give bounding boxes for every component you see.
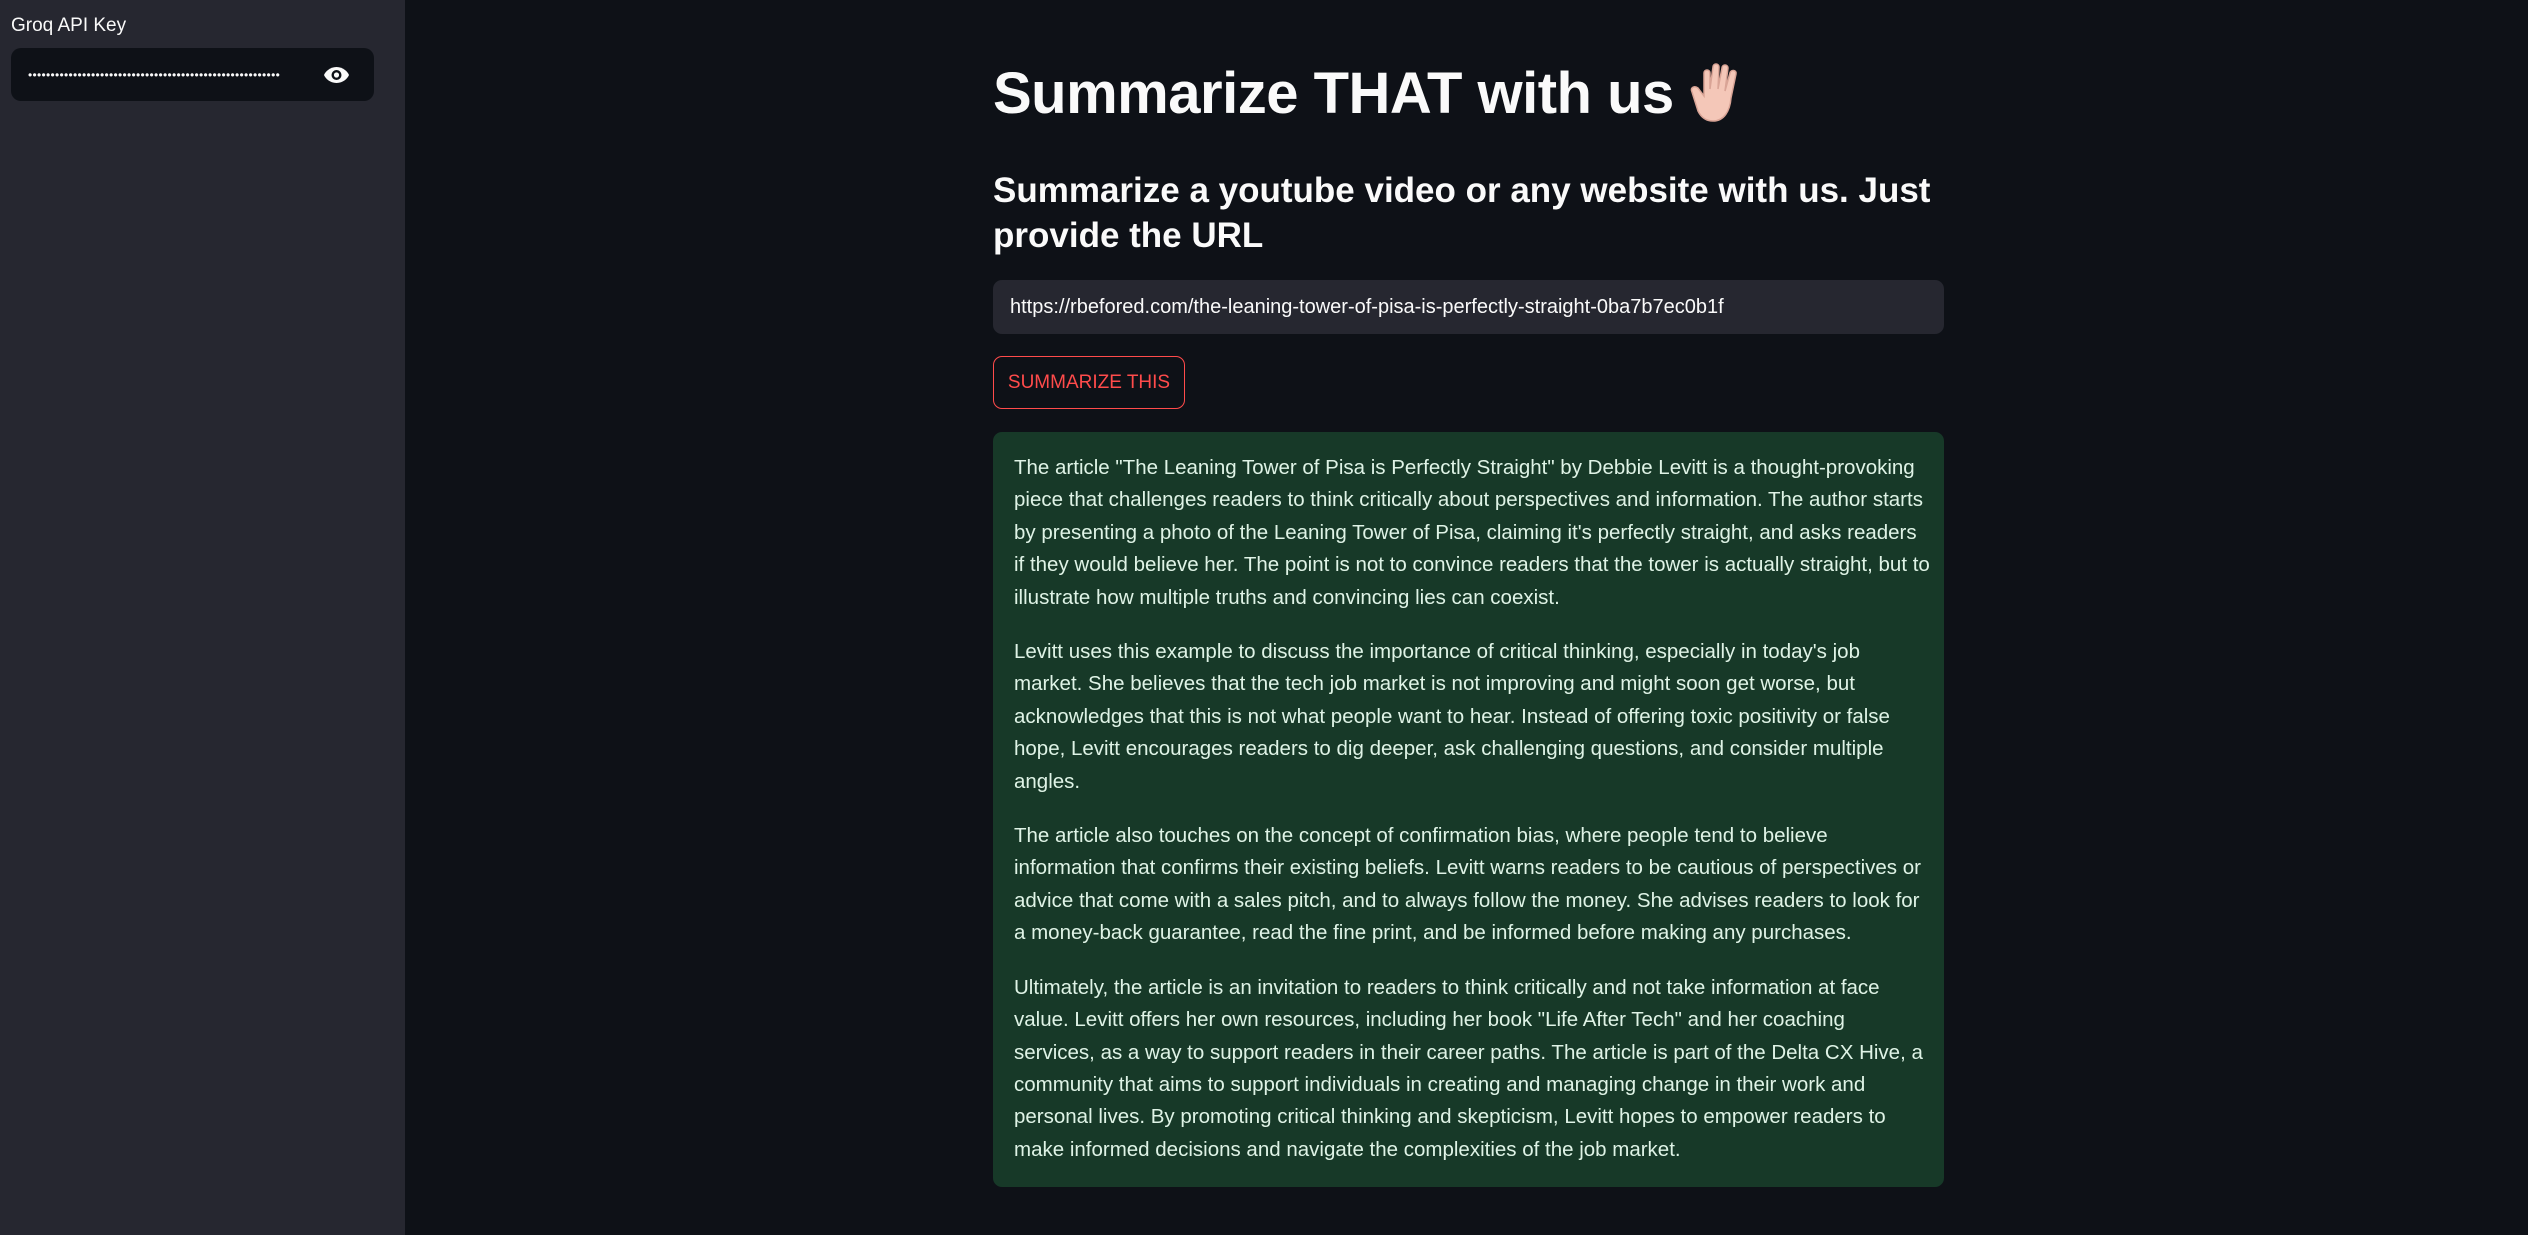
summary-result-box: The article "The Leaning Tower of Pisa i…: [993, 432, 1944, 1187]
url-input-value: https://rbefored.com/the-leaning-tower-o…: [1010, 295, 1724, 318]
page-title: Summarize THAT with us: [993, 58, 1752, 130]
eye-icon[interactable]: [321, 63, 351, 87]
url-input[interactable]: https://rbefored.com/the-leaning-tower-o…: [993, 280, 1944, 334]
vulcan-salute-icon: [1686, 59, 1752, 125]
api-key-masked-value: ••••••••••••••••••••••••••••••••••••••••…: [28, 70, 281, 79]
api-key-label: Groq API Key: [11, 15, 127, 36]
summary-paragraph: Ultimately, the article is an invitation…: [1014, 975, 1923, 1161]
sidebar: Groq API Key •••••••••••••••••••••••••••…: [0, 0, 405, 1235]
summarize-button[interactable]: SUMMARIZE THIS: [993, 356, 1185, 409]
page-subtitle: Summarize a youtube video or any website…: [993, 171, 1931, 255]
summary-paragraph: The article also touches on the concept …: [1014, 824, 1921, 945]
summary-paragraph: The article "The Leaning Tower of Pisa i…: [1014, 456, 1930, 609]
api-key-input[interactable]: ••••••••••••••••••••••••••••••••••••••••…: [11, 48, 374, 101]
page-title-text: Summarize THAT with us: [993, 61, 1674, 126]
summary-paragraph: Levitt uses this example to discuss the …: [1014, 640, 1890, 793]
